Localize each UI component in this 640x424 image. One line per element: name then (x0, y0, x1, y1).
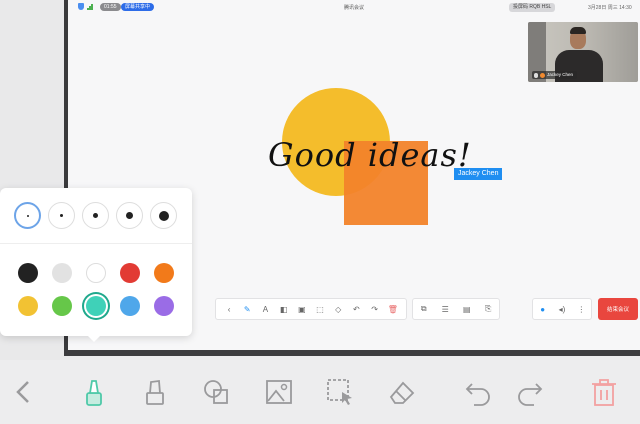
color-swatch[interactable] (154, 296, 174, 316)
projection-code-badge: 投屏码 RQB HSL (509, 3, 556, 12)
eraser-icon[interactable]: ◇ (333, 304, 343, 314)
color-swatch[interactable] (52, 296, 72, 316)
color-swatch[interactable] (154, 263, 174, 283)
undo-icon[interactable] (460, 374, 496, 410)
mic-icon[interactable]: ● (538, 304, 548, 314)
select-icon[interactable]: ⬚ (315, 304, 325, 314)
screenshot-icon[interactable]: ⧉ (419, 304, 429, 314)
participant-name: Jackey Chen (547, 72, 574, 77)
delete-icon[interactable]: 🗑 (388, 304, 398, 314)
stroke-size-l[interactable] (116, 202, 143, 229)
color-swatch[interactable] (120, 263, 140, 283)
save-icon[interactable]: ▤ (462, 304, 472, 314)
avatar (540, 72, 545, 78)
handwritten-text[interactable]: Good ideas! (268, 136, 472, 174)
bottom-toolbar (0, 360, 640, 424)
stroke-size-s[interactable] (48, 202, 75, 229)
layers-icon[interactable]: ☰ (440, 304, 450, 314)
speaker-icon[interactable]: ◂) (557, 304, 567, 314)
color-swatch[interactable] (86, 263, 106, 283)
mic-icon (534, 72, 538, 78)
color-swatch[interactable] (86, 296, 106, 316)
status-bar: 01:55 屏幕共享中 腾讯会议 投屏码 RQB HSL 3月28日 周三 14… (68, 0, 640, 14)
participant-nameplate: Jackey Chen (532, 71, 578, 79)
device-toolbar: ● ◂) ⋮ (532, 298, 592, 320)
image-icon[interactable] (261, 374, 297, 410)
color-swatch[interactable] (18, 263, 38, 283)
more-icon[interactable]: ⋮ (576, 304, 586, 314)
export-icon[interactable]: ⎘ (483, 304, 493, 314)
highlighter-icon[interactable] (137, 374, 173, 410)
redo-icon[interactable]: ↷ (370, 304, 380, 314)
stroke-size-xl[interactable] (150, 202, 177, 229)
color-swatch[interactable] (52, 263, 72, 283)
select-icon[interactable] (322, 374, 358, 410)
end-meeting-button[interactable]: 结束会议 (598, 298, 638, 320)
shapes-icon[interactable]: ◧ (279, 304, 289, 314)
stroke-size-m[interactable] (82, 202, 109, 229)
image-icon[interactable]: ▣ (297, 304, 307, 314)
trash-icon[interactable] (586, 374, 622, 410)
stroke-size-row (0, 188, 192, 244)
marker-icon[interactable]: A (260, 304, 270, 314)
remote-cursor-label: Jackey Chen (454, 168, 503, 180)
stroke-size-xs[interactable] (14, 202, 41, 229)
date-time: 3月28日 周三 14:30 (588, 5, 632, 11)
pen-icon[interactable]: ✎ (242, 304, 252, 314)
pen-settings-popover (0, 188, 192, 342)
color-swatch[interactable] (18, 296, 38, 316)
whiteboard-extra-toolbar: ⧉ ☰ ▤ ⎘ (412, 298, 500, 320)
participant-video-tile[interactable]: Jackey Chen (528, 22, 638, 82)
whiteboard-mini-toolbar: ‹ ✎ A ◧ ▣ ⬚ ◇ ↶ ↷ 🗑 (215, 298, 407, 320)
undo-icon[interactable]: ↶ (351, 304, 361, 314)
redo-icon[interactable] (512, 374, 548, 410)
shapes-icon[interactable] (199, 374, 235, 410)
color-swatch[interactable] (120, 296, 140, 316)
chevron-left-icon[interactable]: ‹ (224, 304, 234, 314)
pen-icon[interactable] (76, 374, 112, 410)
eraser-icon[interactable] (384, 374, 420, 410)
back-icon[interactable] (6, 374, 42, 410)
